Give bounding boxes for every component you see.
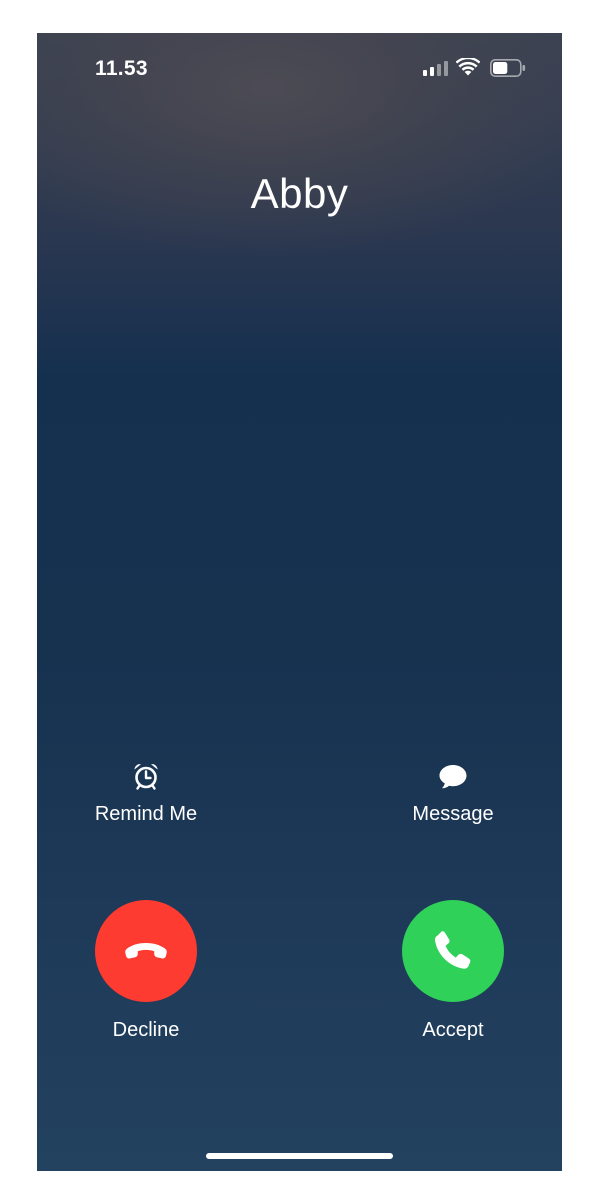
caller-name: Abby — [250, 170, 349, 217]
alarm-clock-icon — [134, 764, 158, 790]
home-indicator[interactable] — [206, 1153, 393, 1159]
message-label: Message — [412, 803, 494, 825]
decline-label: Decline — [112, 1019, 180, 1041]
incoming-call-screen: 11.53 Abby Remind Me Message Decline Acc… — [37, 33, 562, 1171]
phone-icon — [434, 931, 471, 969]
status-time: 11.53 — [95, 57, 148, 80]
cellular-signal-icon — [423, 60, 449, 76]
decline-circle[interactable] — [95, 900, 197, 1002]
speech-bubble-icon — [439, 765, 467, 789]
accept-label: Accept — [422, 1019, 484, 1041]
battery-icon — [490, 59, 526, 77]
message-button[interactable]: Message — [373, 761, 533, 826]
wifi-icon — [456, 58, 480, 76]
status-bar: 11.53 — [37, 33, 562, 103]
phone-hangup-icon — [125, 943, 167, 959]
accept-button[interactable]: Accept — [353, 900, 553, 1042]
accept-circle[interactable] — [402, 900, 504, 1002]
remind-me-label: Remind Me — [94, 803, 198, 825]
decline-button[interactable]: Decline — [46, 900, 246, 1042]
remind-me-button[interactable]: Remind Me — [66, 761, 226, 826]
